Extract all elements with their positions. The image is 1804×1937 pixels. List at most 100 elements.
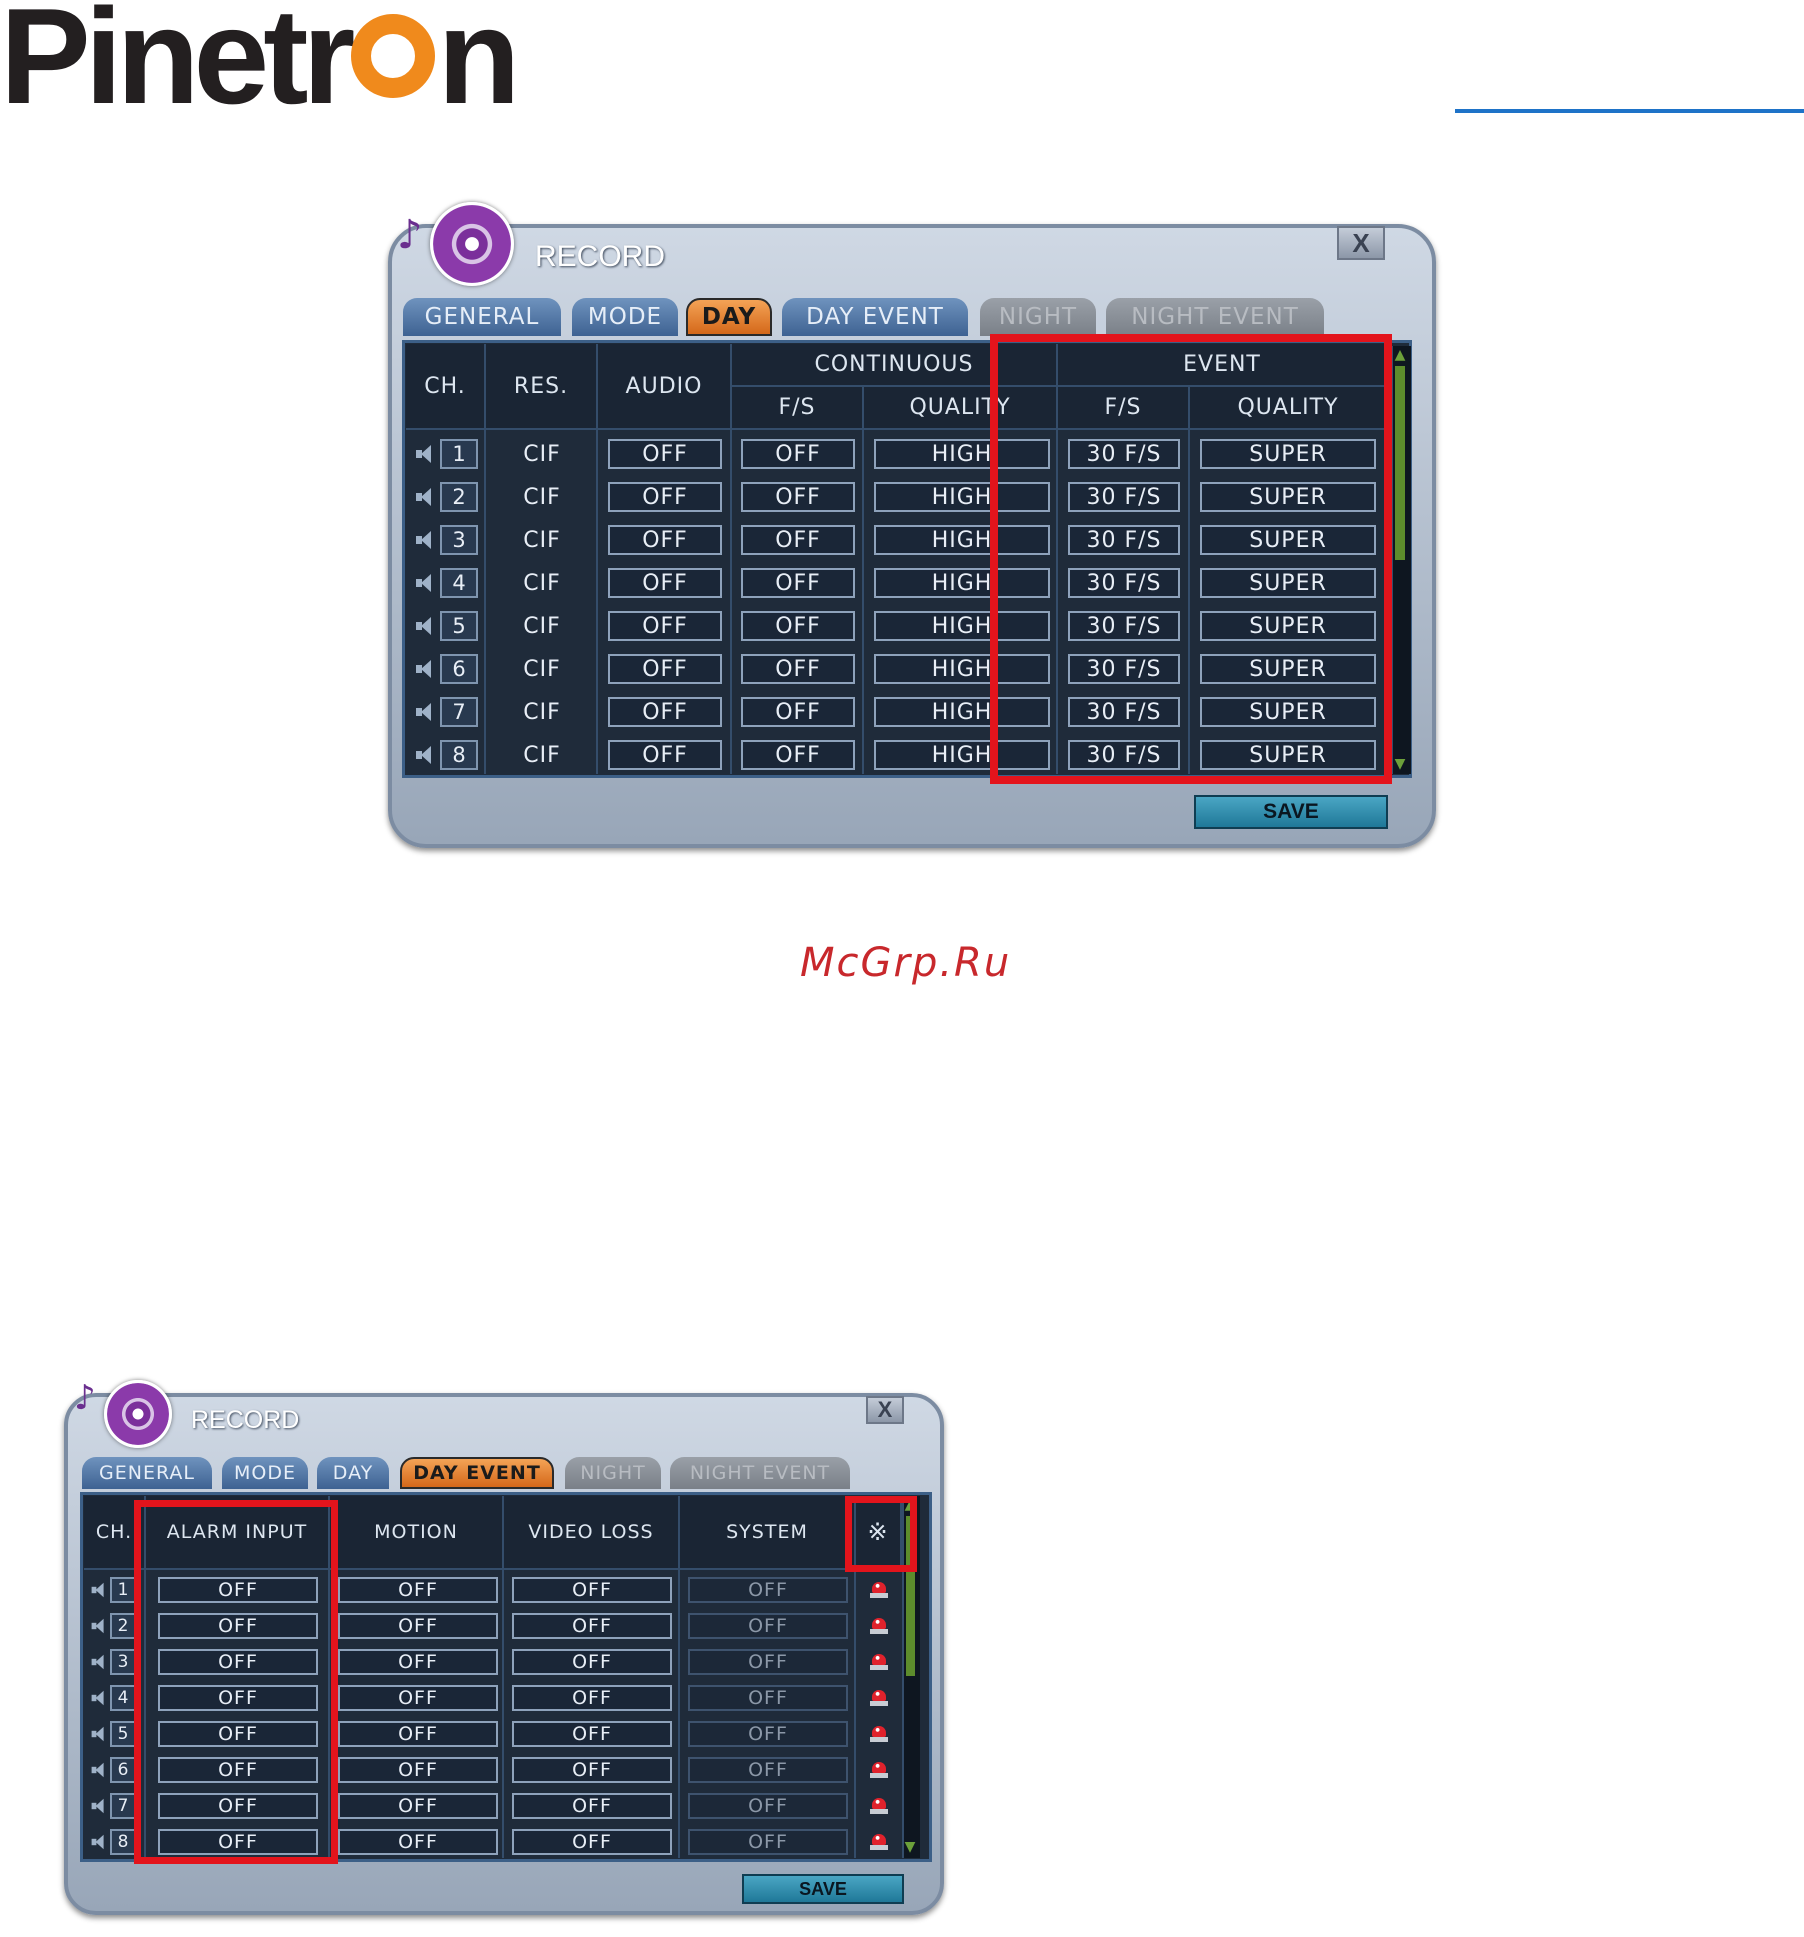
event-columns-highlight [990, 334, 1392, 784]
video-loss-select[interactable]: OFF [512, 1613, 672, 1639]
video-loss-select[interactable]: OFF [512, 1793, 672, 1819]
resolution-value: CIF [523, 656, 561, 682]
resolution-value: CIF [523, 484, 561, 510]
system-select: OFF [688, 1829, 848, 1855]
audio-select[interactable]: OFF [608, 740, 722, 770]
tab-night[interactable]: NIGHT [980, 298, 1096, 336]
tab-mode[interactable]: MODE [222, 1457, 308, 1489]
alarm-siren-icon[interactable] [870, 1833, 888, 1851]
continuous-fs-select[interactable]: OFF [741, 525, 855, 555]
continuous-fs-select[interactable]: OFF [741, 654, 855, 684]
continuous-fs-select[interactable]: OFF [741, 482, 855, 512]
continuous-fs-select[interactable]: OFF [741, 439, 855, 469]
window-title: RECORD [535, 240, 666, 273]
channel-number: 2 [440, 482, 478, 512]
alarm-siren-icon[interactable] [870, 1581, 888, 1599]
motion-select[interactable]: OFF [338, 1829, 498, 1855]
motion-select[interactable]: OFF [338, 1685, 498, 1711]
scroll-down-icon[interactable]: ▼ [903, 1840, 917, 1854]
save-button[interactable]: SAVE [742, 1874, 904, 1904]
tab-general[interactable]: GENERAL [403, 298, 561, 336]
speaker-icon [416, 444, 432, 464]
alarm-siren-icon[interactable] [870, 1725, 888, 1743]
scroll-up-icon[interactable]: ▲ [1392, 348, 1408, 362]
continuous-fs-select[interactable]: OFF [741, 568, 855, 598]
resolution-value: CIF [523, 742, 561, 768]
speaker-icon [416, 530, 432, 550]
video-loss-select[interactable]: OFF [512, 1577, 672, 1603]
video-loss-select[interactable]: OFF [512, 1829, 672, 1855]
speaker-icon [91, 1798, 105, 1814]
film-reel-icon [430, 202, 514, 286]
channel-number: 1 [110, 1577, 136, 1603]
speaker-icon [416, 745, 432, 765]
audio-select[interactable]: OFF [608, 439, 722, 469]
continuous-fs-select[interactable]: OFF [741, 611, 855, 641]
video-loss-select[interactable]: OFF [512, 1649, 672, 1675]
audio-select[interactable]: OFF [608, 611, 722, 641]
alarm-siren-icon[interactable] [870, 1653, 888, 1671]
motion-select[interactable]: OFF [338, 1613, 498, 1639]
channel-number: 4 [440, 568, 478, 598]
alarm-siren-icon[interactable] [870, 1761, 888, 1779]
audio-select[interactable]: OFF [608, 482, 722, 512]
continuous-fs-select[interactable]: OFF [741, 697, 855, 727]
tab-night[interactable]: NIGHT [565, 1457, 661, 1489]
close-button[interactable]: X [866, 1396, 904, 1424]
audio-select[interactable]: OFF [608, 654, 722, 684]
audio-select[interactable]: OFF [608, 697, 722, 727]
channel-number: 6 [110, 1757, 136, 1783]
alarm-siren-icon[interactable] [870, 1797, 888, 1815]
tab-day[interactable]: DAY [317, 1457, 389, 1489]
continuous-fs-select[interactable]: OFF [741, 740, 855, 770]
special-column-highlight [845, 1496, 917, 1572]
channel-number: 2 [110, 1613, 136, 1639]
speaker-icon [91, 1762, 105, 1778]
header-motion: MOTION [330, 1496, 504, 1570]
video-loss-select[interactable]: OFF [512, 1757, 672, 1783]
logo-ring-icon [351, 14, 436, 98]
motion-select[interactable]: OFF [338, 1793, 498, 1819]
close-button[interactable]: X [1337, 226, 1385, 260]
tab-night-event[interactable]: NIGHT EVENT [670, 1457, 850, 1489]
audio-select[interactable]: OFF [608, 525, 722, 555]
speaker-icon [91, 1582, 105, 1598]
scrollbar-thumb[interactable] [1395, 366, 1405, 560]
alarm-siren-icon[interactable] [870, 1617, 888, 1635]
tab-day-event[interactable]: DAY EVENT [400, 1457, 554, 1489]
system-select: OFF [688, 1685, 848, 1711]
tab-day[interactable]: DAY [686, 298, 772, 336]
header-rule [1455, 109, 1804, 113]
channel-number: 7 [110, 1793, 136, 1819]
column-divider [502, 1570, 504, 1858]
motion-select[interactable]: OFF [338, 1721, 498, 1747]
alarm-input-column-highlight [134, 1500, 338, 1864]
tab-day-event[interactable]: DAY EVENT [782, 298, 968, 336]
motion-select[interactable]: OFF [338, 1649, 498, 1675]
music-note-icon: ♪ [397, 212, 423, 258]
motion-select[interactable]: OFF [338, 1757, 498, 1783]
tab-night-event[interactable]: NIGHT EVENT [1106, 298, 1324, 336]
header-video-loss: VIDEO LOSS [504, 1496, 680, 1570]
save-button[interactable]: SAVE [1194, 795, 1388, 829]
tab-general[interactable]: GENERAL [82, 1457, 212, 1489]
scroll-down-icon[interactable]: ▼ [1392, 757, 1408, 771]
system-select: OFF [688, 1577, 848, 1603]
video-loss-select[interactable]: OFF [512, 1685, 672, 1711]
audio-select[interactable]: OFF [608, 568, 722, 598]
system-select: OFF [688, 1757, 848, 1783]
header-res: RES. [486, 344, 598, 430]
system-select: OFF [688, 1649, 848, 1675]
music-note-icon: ♪ [74, 1378, 96, 1418]
speaker-icon [91, 1690, 105, 1706]
channel-number: 5 [440, 611, 478, 641]
tab-mode[interactable]: MODE [572, 298, 678, 336]
column-divider [678, 1570, 680, 1858]
channel-number: 3 [440, 525, 478, 555]
channel-number: 5 [110, 1721, 136, 1747]
motion-select[interactable]: OFF [338, 1577, 498, 1603]
header-audio: AUDIO [598, 344, 732, 430]
alarm-siren-icon[interactable] [870, 1689, 888, 1707]
pinetron-logo: Pinetr n [0, 0, 521, 124]
video-loss-select[interactable]: OFF [512, 1721, 672, 1747]
